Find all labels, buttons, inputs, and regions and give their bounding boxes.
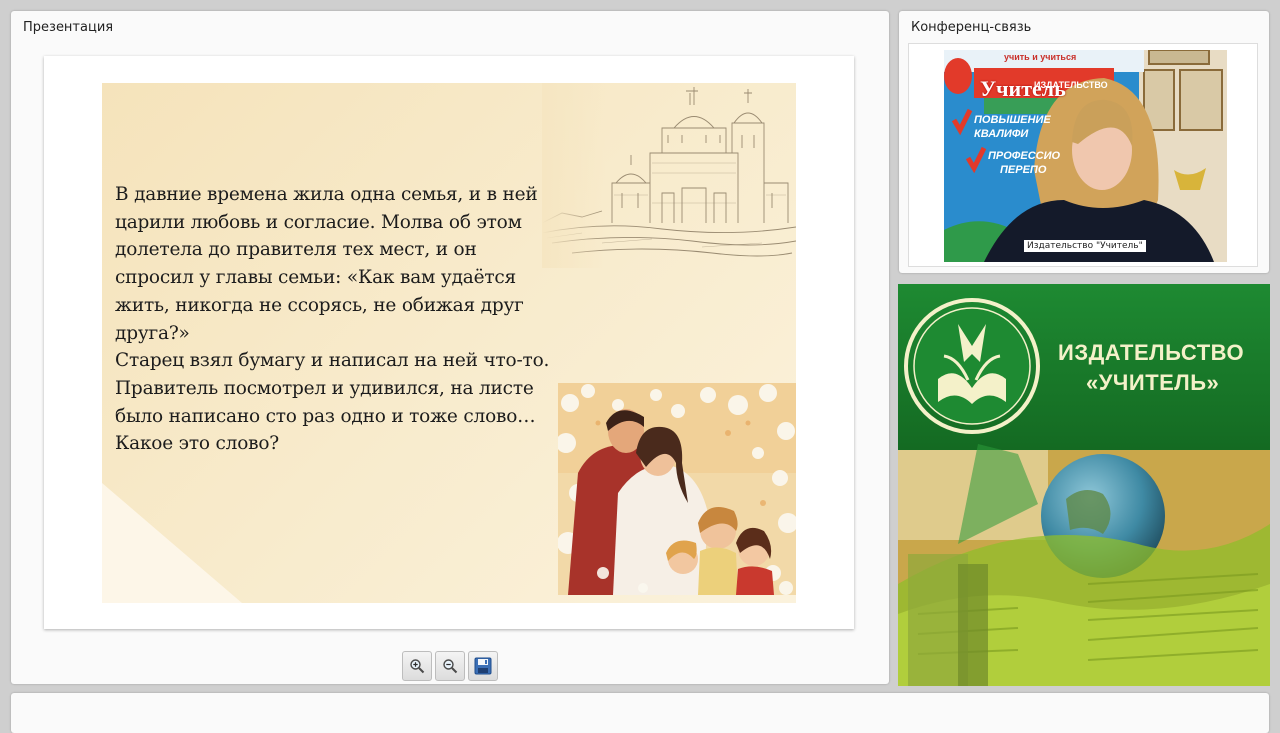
family-illustration-image xyxy=(558,383,796,595)
publisher-brand-panel: ИЗДАТЕЛЬСТВО «УЧИТЕЛЬ» xyxy=(898,284,1270,686)
banner-sub-text: издательство xyxy=(1034,80,1108,90)
save-button[interactable] xyxy=(468,651,498,681)
save-icon xyxy=(474,657,492,675)
brand-name-line1: ИЗДАТЕЛЬСТВО xyxy=(1058,340,1245,365)
banner-top-text: учить и учиться xyxy=(1004,52,1077,62)
slide-corner-decoration xyxy=(102,483,242,603)
zoom-in-icon xyxy=(410,659,425,674)
zoom-in-button[interactable] xyxy=(402,651,432,681)
zoom-out-icon xyxy=(443,659,458,674)
bottom-panel xyxy=(11,693,1269,733)
zoom-out-button[interactable] xyxy=(435,651,465,681)
brand-name-line2: «УЧИТЕЛЬ» xyxy=(1086,370,1220,395)
presentation-title: Презентация xyxy=(23,20,114,35)
banner-line4: перепо xyxy=(1000,164,1047,176)
slide: В давние времена жила одна семья, и в не… xyxy=(102,83,796,603)
slide-text: В давние времена жила одна семья, и в не… xyxy=(115,184,550,455)
participant-name-label: Издательство "Учитель" xyxy=(1024,240,1146,252)
banner-line3: профессио xyxy=(988,150,1061,162)
conference-title: Конференц-связь xyxy=(911,20,1032,35)
church-sketch-image xyxy=(542,83,796,268)
participant-video[interactable]: Учитель издательство учить и учиться пов… xyxy=(944,50,1227,262)
presentation-panel: Презентация В давние времена жила одна с… xyxy=(11,11,889,684)
slide-viewer[interactable]: В давние времена жила одна семья, и в не… xyxy=(44,56,854,629)
banner-line2: квалифи xyxy=(974,128,1029,140)
banner-line1: повышение xyxy=(974,114,1051,126)
